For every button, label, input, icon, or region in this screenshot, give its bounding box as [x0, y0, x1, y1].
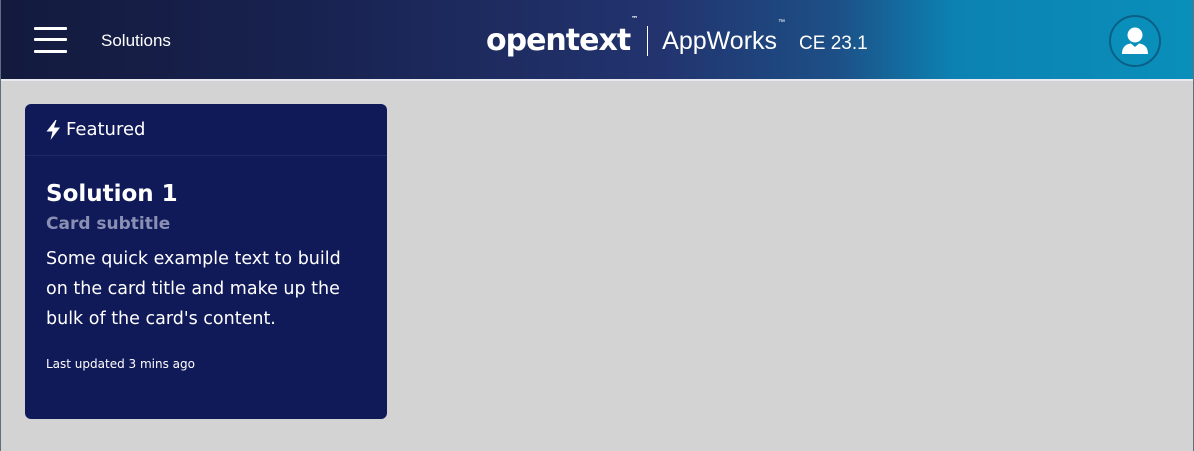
user-avatar-icon[interactable]	[1109, 15, 1161, 67]
card-text: Some quick example text to build on the …	[46, 249, 341, 329]
hamburger-menu-icon[interactable]	[34, 25, 67, 55]
brand-product-name: AppWorks™	[662, 18, 786, 55]
lightning-bolt-icon	[45, 119, 62, 140]
nav-title-solutions[interactable]: Solutions	[101, 31, 171, 51]
card-header: Featured	[25, 104, 387, 156]
card-last-updated: Last updated 3 mins ago	[46, 357, 195, 371]
brand-divider	[647, 26, 649, 56]
brand-version: CE 23.1	[799, 32, 868, 54]
opentext-logo: opentext™	[486, 15, 638, 58]
card-subtitle: Card subtitle	[46, 214, 171, 234]
card-body: Solution 1 Card subtitle Some quick exam…	[25, 156, 387, 371]
solution-card[interactable]: Featured Solution 1 Card subtitle Some q…	[25, 104, 387, 419]
top-navigation-bar: Solutions opentext™ AppWorks™ CE 23.1	[1, 0, 1193, 81]
app-window: Solutions opentext™ AppWorks™ CE 23.1 Fe…	[0, 0, 1194, 451]
brand-logo: opentext™ AppWorks™ CE 23.1	[486, 15, 868, 62]
card-title: Solution 1	[46, 181, 178, 207]
card-header-label: Featured	[66, 119, 146, 140]
